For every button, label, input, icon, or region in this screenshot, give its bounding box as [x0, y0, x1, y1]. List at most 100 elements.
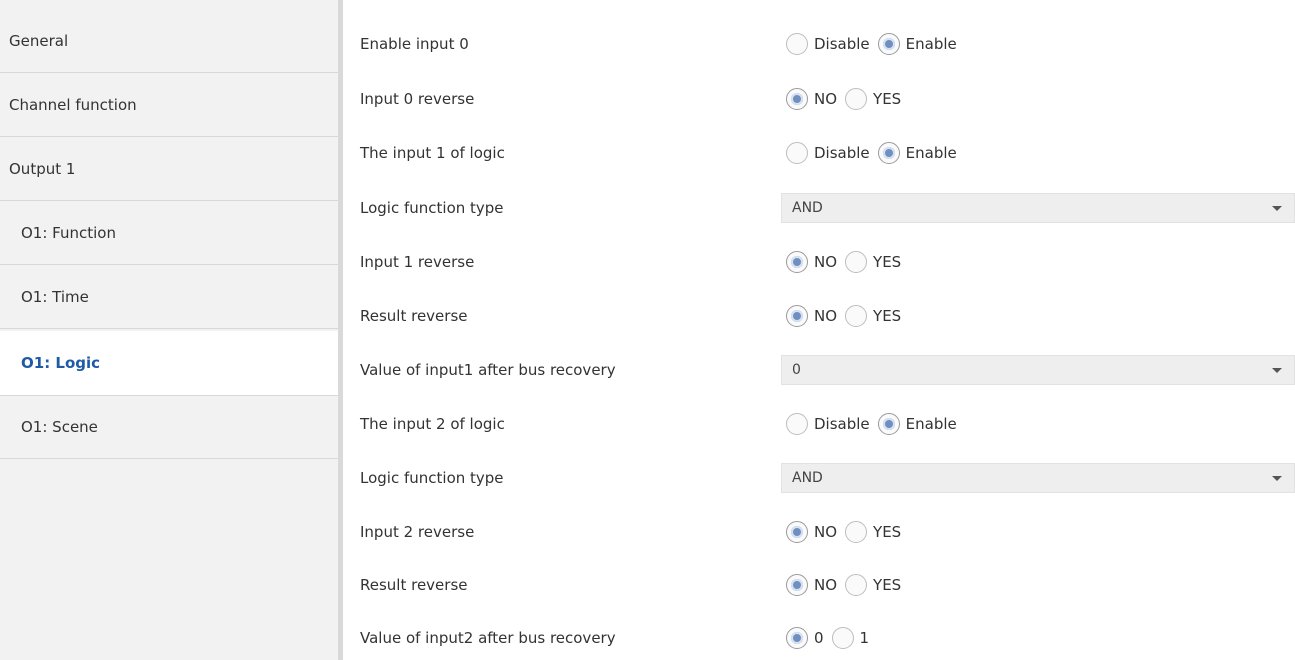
radio-option-no[interactable]: NO: [786, 521, 837, 543]
param-label: Value of input2 after bus recovery: [360, 629, 616, 647]
radio-option-no[interactable]: NO: [786, 305, 837, 327]
radio-option-no[interactable]: NO: [786, 574, 837, 596]
chevron-down-icon[interactable]: [1272, 368, 1282, 373]
radio-selected-icon[interactable]: [877, 142, 900, 164]
param-label: The input 1 of logic: [360, 144, 505, 162]
radio-selected-icon[interactable]: [786, 521, 808, 543]
radio-option-disable[interactable]: Disable: [786, 142, 870, 164]
nav-item-output-1[interactable]: Output 1: [0, 137, 338, 201]
radio-group: Disable Enable: [786, 33, 965, 55]
dropdown-select[interactable]: 0: [781, 355, 1295, 385]
dropdown-value: AND: [792, 470, 823, 486]
nav-item-o1-time[interactable]: O1: Time: [0, 265, 338, 329]
nav-item-label: O1: Function: [21, 223, 116, 242]
nav-item-general[interactable]: General: [0, 9, 338, 73]
param-row: The input 1 of logic Disable Enable: [343, 133, 1295, 173]
radio-group: NO YES: [786, 521, 909, 543]
radio-unselected-icon[interactable]: [786, 33, 808, 55]
radio-option-disable[interactable]: Disable: [786, 33, 870, 55]
param-label: Result reverse: [360, 576, 468, 594]
radio-option-yes[interactable]: YES: [845, 88, 901, 110]
radio-selected-icon[interactable]: [786, 251, 808, 273]
param-label: The input 2 of logic: [360, 415, 505, 433]
radio-option-label: NO: [814, 307, 838, 325]
nav-item-label: Channel function: [9, 95, 137, 114]
param-row: Value of input1 after bus recovery 0: [343, 350, 1295, 390]
radio-unselected-icon[interactable]: [831, 627, 854, 649]
radio-group: Disable Enable: [786, 413, 965, 435]
radio-option-label: Disable: [814, 144, 870, 162]
param-label: Enable input 0: [360, 35, 469, 53]
radio-option-label: YES: [873, 523, 902, 541]
radio-option-label: NO: [814, 253, 838, 271]
radio-option-label: YES: [873, 90, 902, 108]
radio-unselected-icon[interactable]: [845, 574, 868, 596]
radio-selected-icon[interactable]: [786, 305, 808, 327]
radio-option-no[interactable]: NO: [786, 251, 837, 273]
radio-unselected-icon[interactable]: [845, 88, 868, 110]
radio-option-label: YES: [873, 576, 902, 594]
chevron-down-icon[interactable]: [1272, 206, 1282, 211]
radio-option-label: 0: [814, 629, 824, 647]
radio-unselected-icon[interactable]: [845, 521, 868, 543]
radio-option-label: Enable: [905, 144, 957, 162]
radio-option-label: YES: [873, 253, 902, 271]
radio-option-label: Enable: [905, 415, 957, 433]
radio-option-label: Enable: [905, 35, 957, 53]
param-row: Logic function type AND: [343, 458, 1295, 498]
radio-option-label: Disable: [814, 415, 870, 433]
radio-option-enable[interactable]: Enable: [877, 413, 957, 435]
param-row: Logic function type AND: [343, 188, 1295, 228]
radio-option-0[interactable]: 0: [786, 627, 824, 649]
radio-option-label: NO: [814, 523, 838, 541]
param-row: Input 2 reverse NO YES: [343, 512, 1295, 552]
param-row: Result reverse NO YES: [343, 565, 1295, 605]
nav-item-label: O1: Logic: [21, 354, 101, 372]
radio-selected-icon[interactable]: [877, 33, 900, 55]
radio-group: Disable Enable: [786, 142, 965, 164]
radio-option-enable[interactable]: Enable: [877, 33, 957, 55]
radio-option-yes[interactable]: YES: [845, 574, 901, 596]
param-label: Logic function type: [360, 199, 504, 217]
chevron-down-icon[interactable]: [1272, 476, 1282, 481]
radio-option-yes[interactable]: YES: [845, 305, 901, 327]
radio-option-yes[interactable]: YES: [845, 251, 901, 273]
nav-item-label: O1: Scene: [21, 418, 98, 436]
radio-option-enable[interactable]: Enable: [877, 142, 957, 164]
radio-unselected-icon[interactable]: [786, 142, 808, 164]
nav-item-o1-scene[interactable]: O1: Scene: [0, 395, 338, 459]
radio-option-1[interactable]: 1: [831, 627, 869, 649]
radio-selected-icon[interactable]: [786, 574, 808, 596]
radio-unselected-icon[interactable]: [845, 305, 868, 327]
nav-item-label: Output 1: [9, 159, 76, 178]
radio-option-disable[interactable]: Disable: [786, 413, 870, 435]
radio-option-label: Disable: [814, 35, 870, 53]
radio-group: 01: [786, 627, 877, 649]
param-label: Result reverse: [360, 307, 468, 325]
param-row: Input 0 reverse NO YES: [343, 79, 1295, 119]
dropdown-select[interactable]: AND: [781, 193, 1295, 223]
param-row: Value of input2 after bus recovery 0 1: [343, 618, 1295, 658]
radio-group: NO YES: [786, 251, 909, 273]
param-row: The input 2 of logic Disable Enable: [343, 404, 1295, 444]
dropdown-select[interactable]: AND: [781, 463, 1295, 493]
radio-option-yes[interactable]: YES: [845, 521, 901, 543]
param-label: Logic function type: [360, 469, 504, 487]
param-label: Input 0 reverse: [360, 90, 475, 108]
nav-item-o1-logic[interactable]: O1: Logic: [0, 331, 343, 395]
radio-unselected-icon[interactable]: [845, 251, 868, 273]
param-label: Input 2 reverse: [360, 523, 475, 541]
param-row: Enable input 0 Disable Enable: [343, 24, 1295, 64]
radio-option-label: NO: [814, 90, 838, 108]
dropdown-value: 0: [792, 362, 801, 378]
radio-selected-icon[interactable]: [877, 413, 900, 435]
radio-selected-icon[interactable]: [786, 88, 808, 110]
nav-item-channel-function[interactable]: Channel function: [0, 73, 338, 137]
radio-unselected-icon[interactable]: [786, 413, 808, 435]
radio-group: NO YES: [786, 88, 909, 110]
sidebar-nav: General Channel function Output 1 O1: Fu…: [0, 0, 343, 660]
dropdown-value: AND: [792, 200, 823, 216]
radio-selected-icon[interactable]: [786, 627, 808, 649]
radio-option-no[interactable]: NO: [786, 88, 837, 110]
nav-item-o1-function[interactable]: O1: Function: [0, 201, 338, 265]
